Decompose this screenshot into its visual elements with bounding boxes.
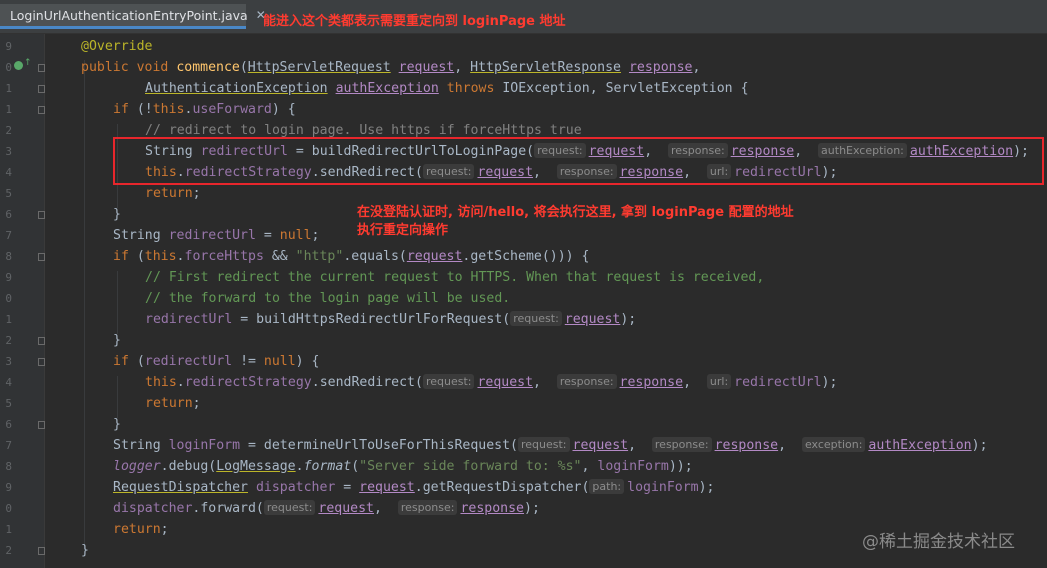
editor-tab-bar: LoginUrlAuthenticationEntryPoint.java ✕ …	[0, 0, 1047, 34]
fold-marker-icon[interactable]	[38, 211, 45, 219]
line-number: 7	[5, 229, 12, 242]
param-hint: response:	[397, 500, 458, 515]
code-line[interactable]: if (this.forceHttps && "http".equals(req…	[113, 246, 589, 267]
line-number: 7	[5, 439, 12, 452]
param-hint: url:	[706, 374, 732, 389]
line-number: 4	[5, 166, 12, 179]
indent-guide	[117, 376, 118, 418]
override-arrow-icon: ↑	[24, 58, 32, 68]
indent-guide	[84, 60, 85, 550]
fold-marker-icon[interactable]	[38, 337, 45, 345]
fold-marker-icon[interactable]	[38, 421, 45, 429]
param-hint: response:	[556, 374, 617, 389]
line-number: 0	[5, 292, 12, 305]
annotation-middle-line1: 在没登陆认证时, 访问/hello, 将会执行这里, 拿到 loginPage …	[357, 205, 794, 220]
param-hint: request:	[517, 437, 570, 452]
code-line[interactable]: public void commence(HttpServletRequest …	[81, 57, 700, 78]
code-line[interactable]: return;	[113, 519, 169, 540]
line-number: 9	[5, 40, 12, 53]
line-number: 5	[5, 397, 12, 410]
code-line[interactable]: dispatcher.forward(request: request, resp…	[113, 498, 540, 519]
line-number: 2	[5, 544, 12, 557]
fold-marker-icon[interactable]	[38, 358, 45, 366]
line-number: 3	[5, 145, 12, 158]
line-number: 4	[5, 376, 12, 389]
fold-marker-icon[interactable]	[38, 253, 45, 261]
code-line[interactable]: String loginForm = determineUrlToUseForT…	[113, 435, 988, 456]
line-number: 9	[5, 481, 12, 494]
line-number: 0	[5, 61, 12, 74]
highlight-box	[113, 137, 1044, 185]
line-number: 6	[5, 208, 12, 221]
fold-marker-icon[interactable]	[38, 64, 45, 72]
code-line[interactable]: }	[81, 540, 89, 561]
tab-loginurl-entry-point[interactable]: LoginUrlAuthenticationEntryPoint.java ✕	[0, 4, 266, 29]
line-number: 2	[5, 124, 12, 137]
line-number: 1	[5, 313, 12, 326]
annotation-middle-line2: 执行重定向操作	[357, 223, 449, 238]
line-number: 0	[5, 502, 12, 515]
watermark: @稀土掘金技术社区	[862, 532, 1015, 552]
fold-marker-icon[interactable]	[38, 106, 45, 114]
line-number: 1	[5, 82, 12, 95]
line-number: 1	[5, 523, 12, 536]
code-line[interactable]: if (redirectUrl != null) {	[113, 351, 319, 372]
line-number: 9	[5, 271, 12, 284]
param-hint: request:	[510, 311, 562, 326]
fold-marker-icon[interactable]	[38, 547, 45, 555]
code-line[interactable]: // First redirect the current request to…	[145, 267, 764, 288]
annotation-top: 能进入这个类都表示需要重定向到 loginPage 地址	[263, 14, 566, 29]
code-line[interactable]: @Override	[81, 36, 152, 57]
line-number: 8	[5, 250, 12, 263]
override-marker-icon[interactable]	[14, 61, 23, 70]
param-hint: request:	[422, 374, 475, 389]
code-line[interactable]: }	[113, 414, 121, 435]
tab-title: LoginUrlAuthenticationEntryPoint.java	[10, 7, 248, 23]
gutter-separator	[44, 34, 45, 568]
line-number: 2	[5, 334, 12, 347]
param-hint: path:	[589, 479, 625, 494]
indent-guide	[117, 271, 118, 334]
fold-marker-icon[interactable]	[38, 85, 45, 93]
code-line[interactable]: AuthenticationException authException th…	[145, 78, 749, 99]
code-line[interactable]: return;	[145, 393, 201, 414]
line-number: 8	[5, 460, 12, 473]
code-line[interactable]: // the forward to the login page will be…	[145, 288, 510, 309]
code-line[interactable]: this.redirectStrategy.sendRedirect(reque…	[145, 372, 837, 393]
param-hint: request:	[263, 500, 316, 515]
code-line[interactable]: }	[113, 204, 121, 225]
code-line[interactable]: RequestDispatcher dispatcher = request.g…	[113, 477, 715, 498]
code-line[interactable]: String redirectUrl = null;	[113, 225, 319, 246]
code-line[interactable]: return;	[145, 183, 201, 204]
line-number: 3	[5, 355, 12, 368]
line-number: 1	[5, 103, 12, 116]
param-hint: exception:	[801, 437, 866, 452]
line-number: 6	[5, 418, 12, 431]
code-line[interactable]: redirectUrl = buildHttpsRedirectUrlForRe…	[145, 309, 636, 330]
code-line[interactable]: if (!this.useForward) {	[113, 99, 296, 120]
code-line[interactable]: logger.debug(LogMessage.format("Server s…	[113, 456, 693, 477]
code-line[interactable]: }	[113, 330, 121, 351]
param-hint: response:	[651, 437, 712, 452]
line-number: 5	[5, 187, 12, 200]
